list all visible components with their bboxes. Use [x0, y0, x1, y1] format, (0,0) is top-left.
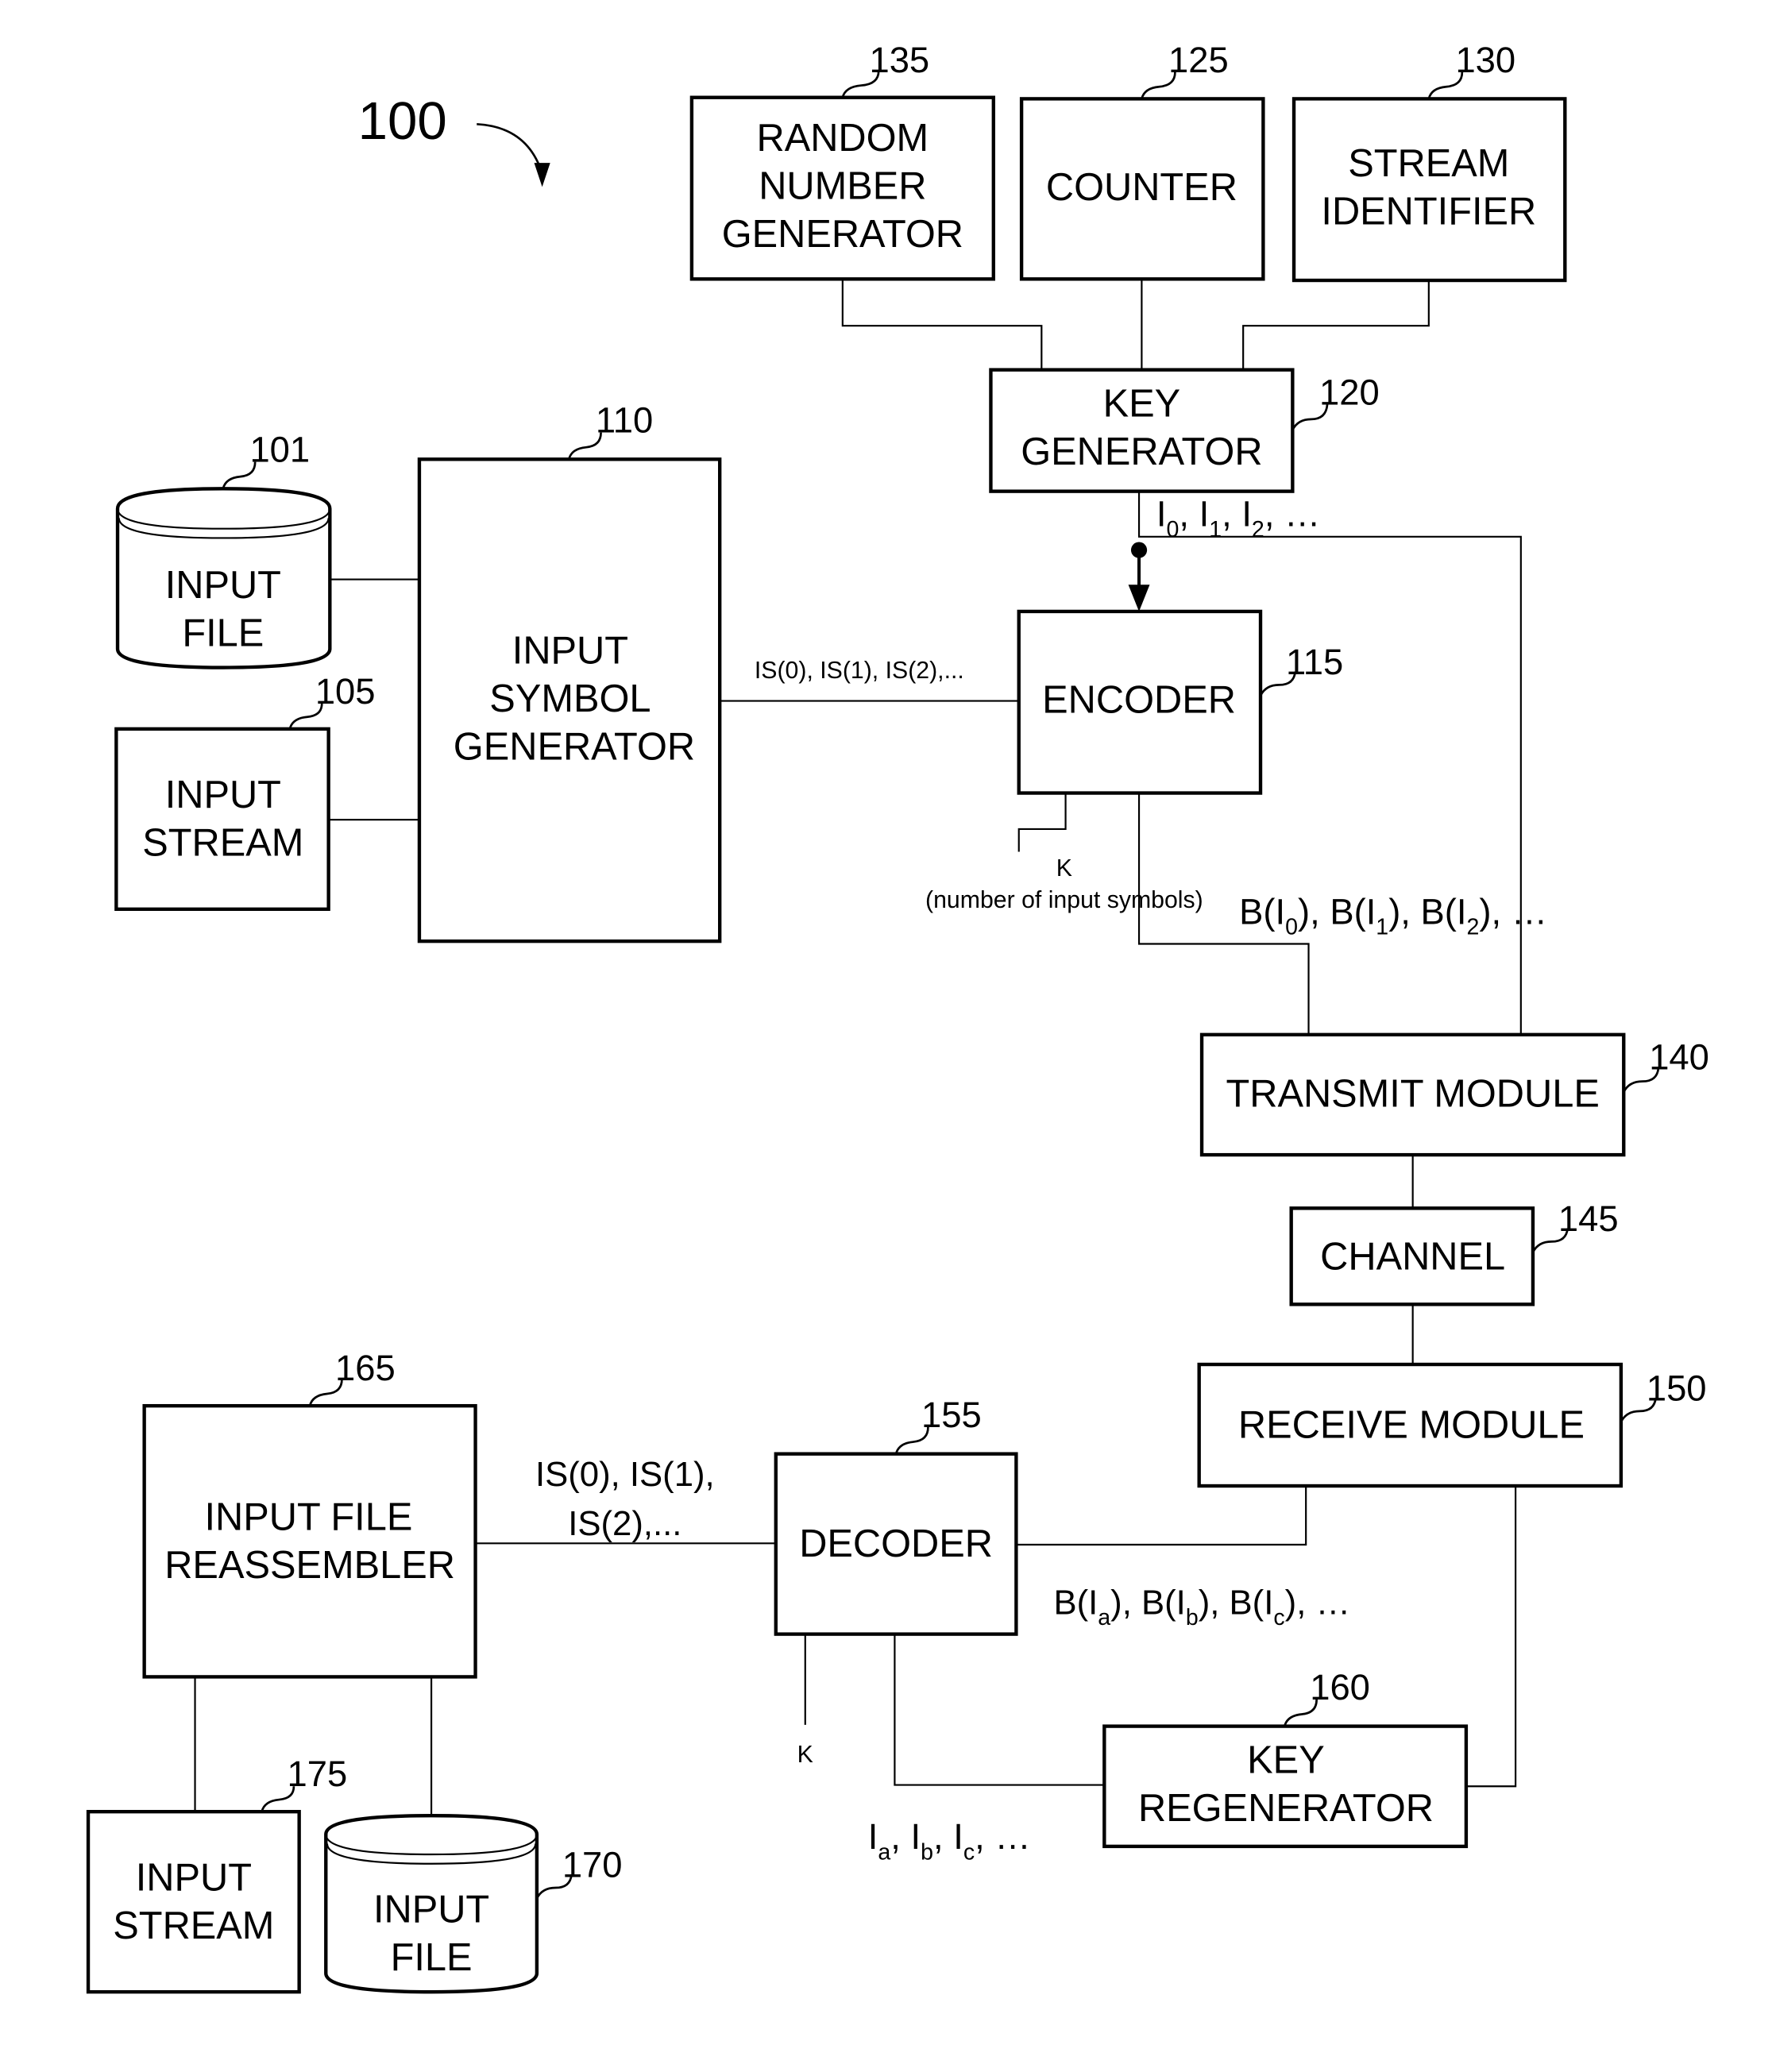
- wire-receive-decoder: [1016, 1486, 1307, 1546]
- signal-encoded-symbols: B(I0), B(I1), B(I2), …: [1239, 891, 1547, 940]
- block-random-number-generator[interactable]: RANDOM NUMBER GENERATOR 135: [689, 40, 995, 281]
- block-label: INPUT: [165, 774, 281, 816]
- block-label: COUNTER: [1046, 166, 1237, 209]
- reference-number: 101: [249, 430, 310, 470]
- svg-text:I0, I1, I2, …: I0, I1, I2, …: [1156, 493, 1321, 542]
- block-transmit-module[interactable]: TRANSMIT MODULE 140: [1199, 1032, 1709, 1157]
- block-decoder[interactable]: DECODER 155: [774, 1395, 1018, 1636]
- block-output-input-stream[interactable]: INPUT STREAM 175: [86, 1754, 348, 1994]
- reference-number: 170: [562, 1845, 623, 1885]
- signal-symbols-tx: IS(0), IS(1), IS(2),...: [755, 658, 964, 684]
- reference-number: 165: [335, 1348, 396, 1388]
- block-label: TRANSMIT MODULE: [1226, 1073, 1599, 1116]
- block-label: RECEIVE MODULE: [1238, 1403, 1585, 1446]
- svg-text:Ia, Ib, Ic, …: Ia, Ib, Ic, …: [868, 1816, 1031, 1865]
- block-label: STREAM: [113, 1904, 274, 1947]
- figure-number: 100: [358, 91, 447, 151]
- block-label: STREAM: [1348, 142, 1509, 185]
- block-label: FILE: [182, 612, 264, 655]
- block-receive-module[interactable]: RECEIVE MODULE 150: [1197, 1362, 1707, 1488]
- svg-text:B(Ia), B(Ib), B(Ic), …: B(Ia), B(Ib), B(Ic), …: [1053, 1583, 1350, 1630]
- block-input-stream[interactable]: INPUT STREAM 105: [114, 671, 376, 911]
- block-label: CHANNEL: [1320, 1236, 1505, 1279]
- signal-k-rx: K: [797, 1742, 813, 1768]
- block-label: INPUT: [373, 1889, 489, 1931]
- figure-arrow-icon: [477, 122, 543, 174]
- block-label: INPUT: [136, 1856, 252, 1899]
- reference-number: 175: [288, 1754, 348, 1794]
- block-input-file[interactable]: INPUT FILE 101: [115, 430, 332, 669]
- reference-number: 140: [1649, 1037, 1709, 1078]
- block-label: GENERATOR: [722, 213, 963, 256]
- block-stream-identifier[interactable]: STREAM IDENTIFIER 130: [1291, 40, 1567, 283]
- block-label: REASSEMBLER: [164, 1544, 455, 1587]
- reference-number: 125: [1168, 40, 1229, 80]
- reference-number: 130: [1455, 40, 1515, 80]
- reference-number: 150: [1647, 1368, 1707, 1408]
- block-label: INPUT: [165, 564, 281, 607]
- block-label: KEY: [1103, 382, 1181, 425]
- block-encoder[interactable]: ENCODER 115: [1017, 609, 1344, 795]
- block-key-regenerator[interactable]: KEY REGENERATOR 160: [1102, 1667, 1469, 1849]
- system-block-diagram: 100 RANDOM NUMBER GENERATOR 135 COUNTER …: [86, 40, 1709, 1994]
- wire-receive-keyregen: [1467, 1486, 1517, 1788]
- block-channel[interactable]: CHANNEL 145: [1289, 1198, 1619, 1306]
- reference-number: 115: [1286, 642, 1343, 682]
- signal-symbols-rx-line2: IS(2),...: [568, 1504, 681, 1543]
- block-label: DECODER: [799, 1522, 993, 1565]
- block-counter[interactable]: COUNTER 125: [1019, 40, 1265, 281]
- reference-number: 120: [1319, 372, 1380, 412]
- key-arrow-icon: [1128, 585, 1150, 612]
- block-label: KEY: [1247, 1738, 1325, 1781]
- block-output-input-file[interactable]: INPUT FILE 170: [324, 1814, 623, 1994]
- block-label: SYMBOL: [489, 677, 651, 720]
- reference-number: 155: [921, 1395, 982, 1435]
- block-label: FILE: [391, 1936, 473, 1979]
- signal-k-tx: K: [1056, 855, 1072, 882]
- block-label: IDENTIFIER: [1321, 190, 1536, 233]
- block-label: REGENERATOR: [1138, 1787, 1434, 1830]
- reference-number: 110: [596, 400, 653, 441]
- block-label: INPUT: [512, 629, 628, 672]
- signal-keys-rx: Ia, Ib, Ic, …: [868, 1816, 1031, 1865]
- signal-keys-tx: I0, I1, I2, …: [1156, 493, 1321, 542]
- block-label: INPUT FILE: [204, 1495, 412, 1538]
- reference-number: 145: [1558, 1198, 1619, 1239]
- block-label: ENCODER: [1042, 679, 1236, 722]
- reference-number: 160: [1310, 1667, 1370, 1707]
- wire-streamid-keygen: [1242, 279, 1430, 370]
- block-label: GENERATOR: [1021, 430, 1262, 473]
- block-label: STREAM: [142, 822, 303, 865]
- block-label: RANDOM: [757, 117, 929, 160]
- wire-encoder-k: [1017, 793, 1067, 852]
- signal-received-symbols: B(Ia), B(Ib), B(Ic), …: [1053, 1583, 1350, 1630]
- wire-rng-keygen: [841, 279, 1043, 370]
- block-input-file-reassembler[interactable]: INPUT FILE REASSEMBLER 165: [142, 1348, 477, 1679]
- svg-text:B(I0), B(I1), B(I2), …: B(I0), B(I1), B(I2), …: [1239, 891, 1547, 940]
- block-label: NUMBER: [759, 164, 926, 207]
- wire-keyregen-decoder: [894, 1634, 1105, 1786]
- signal-k-description: (number of input symbols): [925, 887, 1203, 913]
- block-label: GENERATOR: [454, 726, 695, 769]
- signal-symbols-rx-line1: IS(0), IS(1),: [535, 1455, 715, 1494]
- block-key-generator[interactable]: KEY GENERATOR 120: [989, 368, 1380, 493]
- block-input-symbol-generator[interactable]: INPUT SYMBOL GENERATOR 110: [417, 400, 722, 943]
- reference-number: 105: [315, 671, 376, 712]
- figure-arrowhead-icon: [534, 163, 550, 187]
- reference-number: 135: [869, 40, 929, 80]
- figure-reference: 100: [358, 91, 550, 187]
